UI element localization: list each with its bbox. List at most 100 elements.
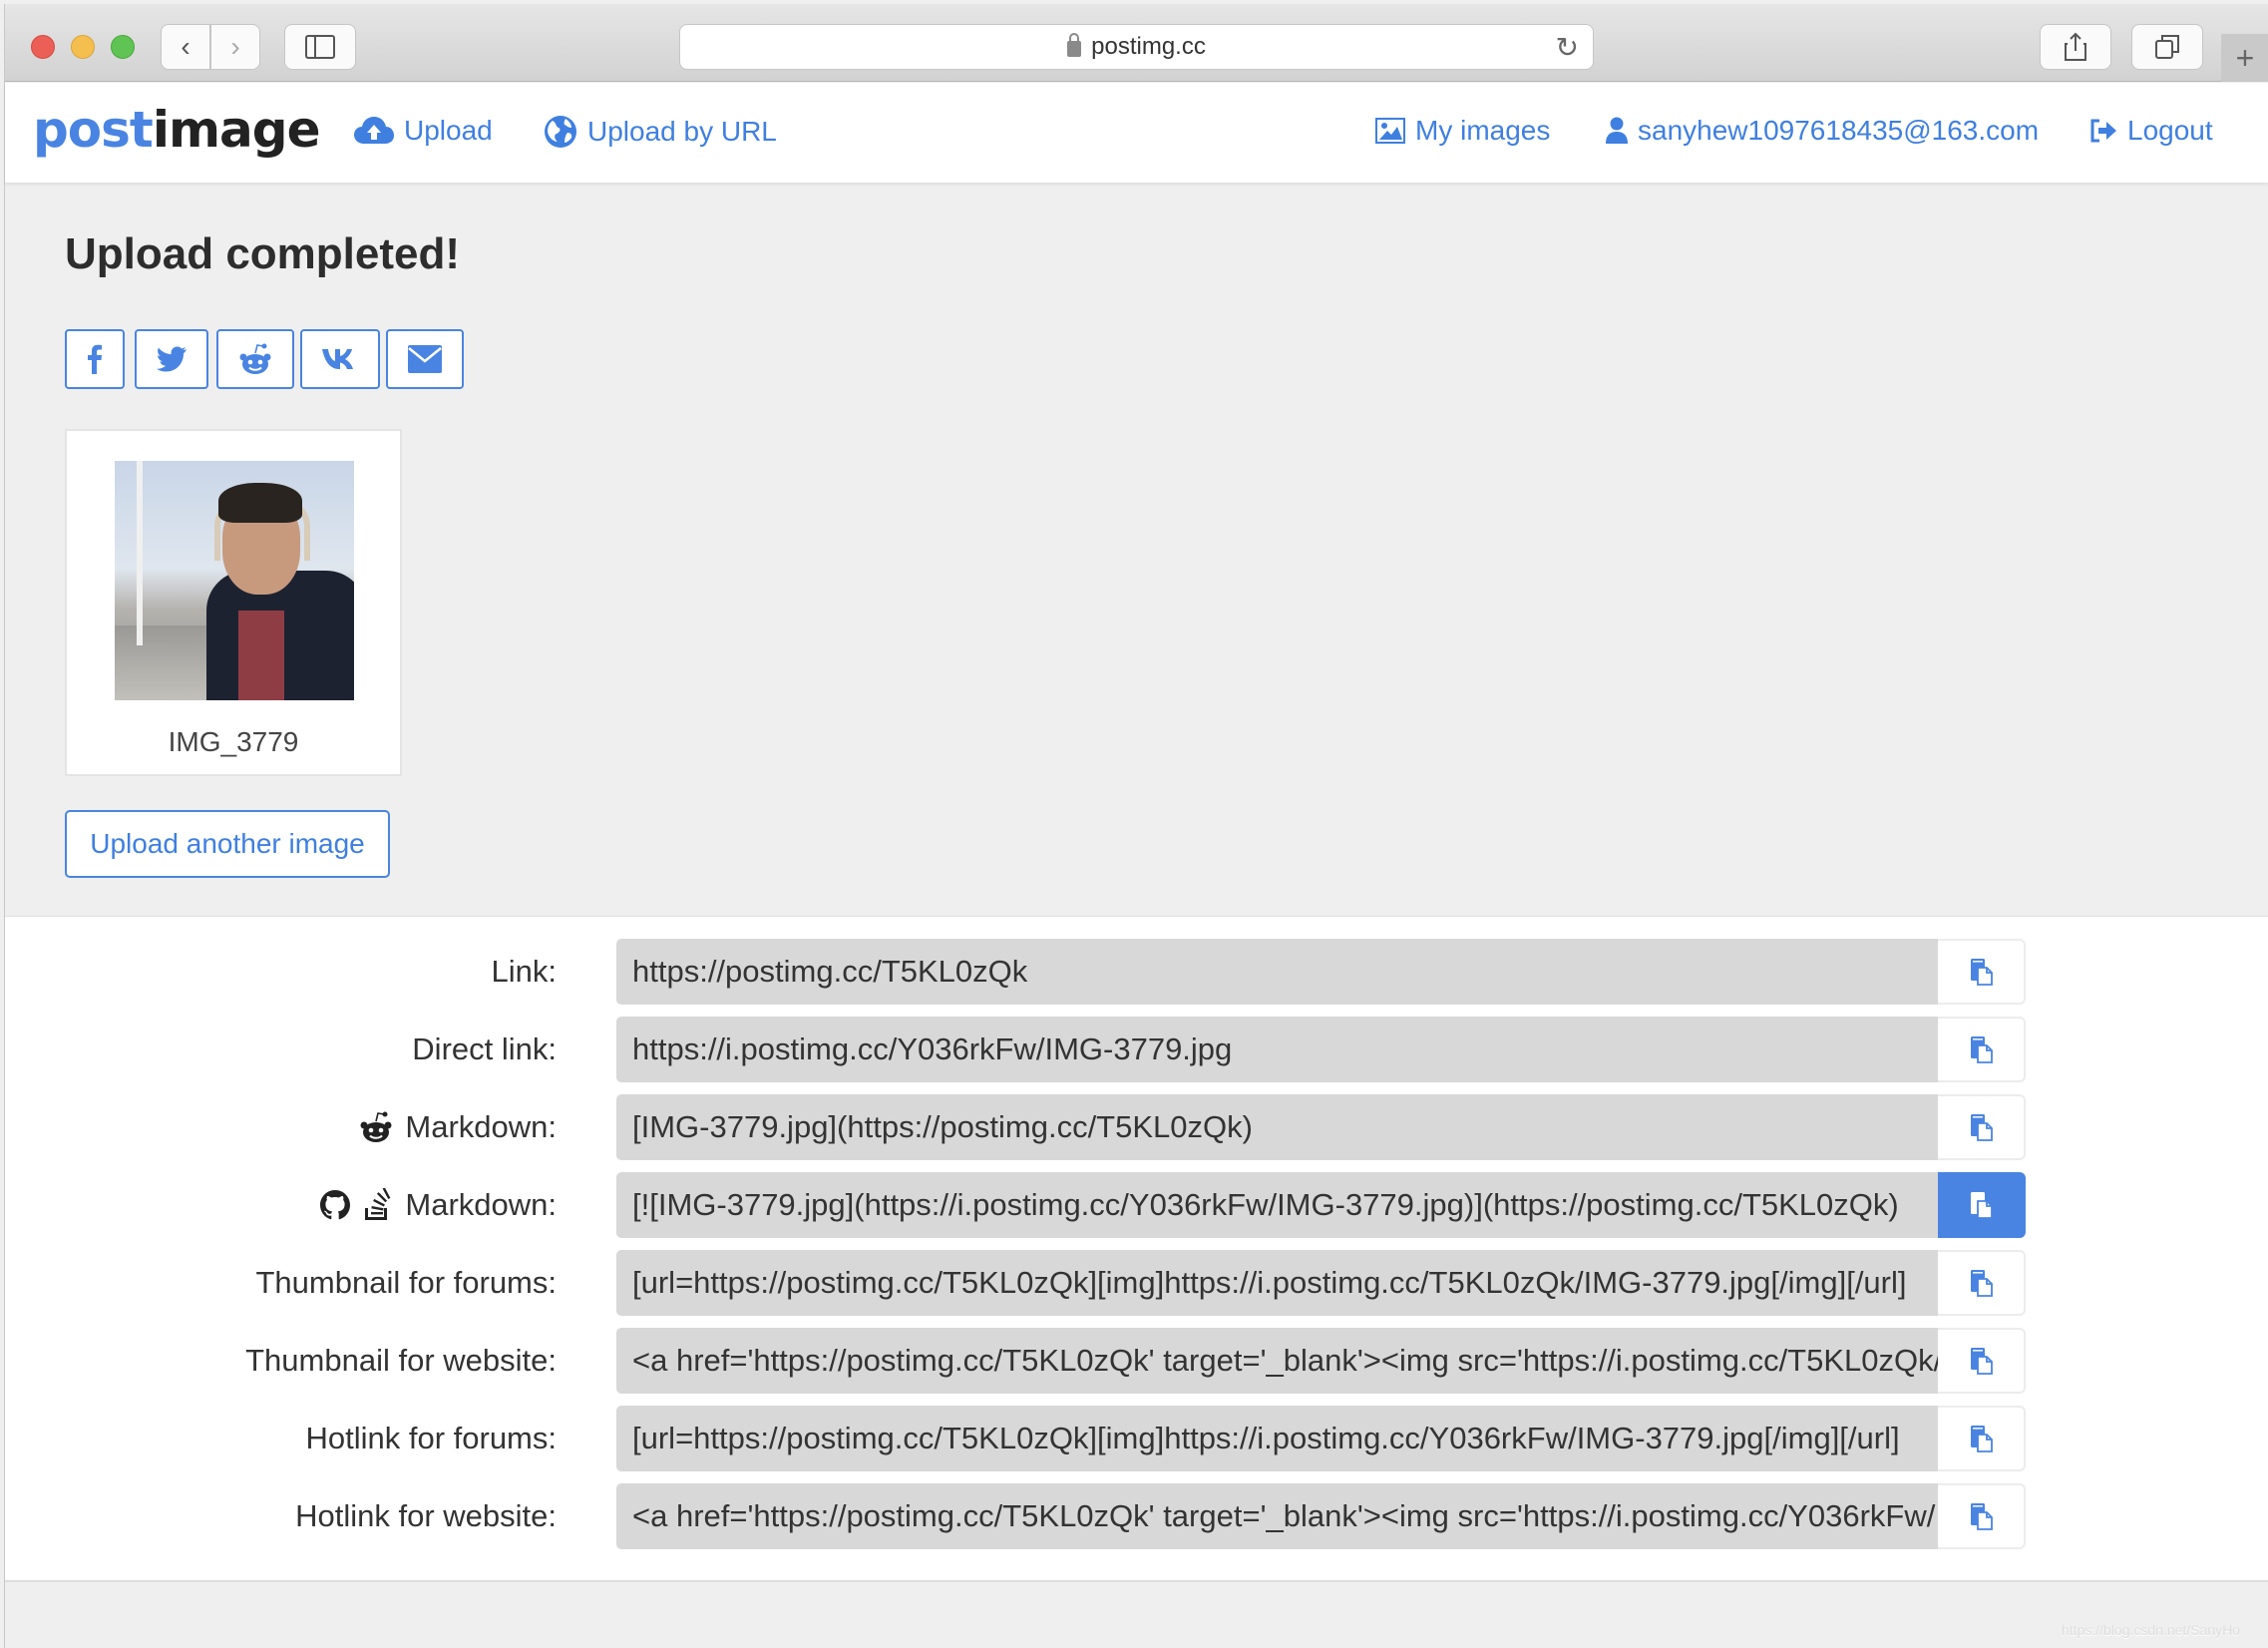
link-row-label-text: Hotlink for website: — [295, 1498, 557, 1533]
copy-button[interactable] — [1938, 1017, 2026, 1082]
link-row: Markdown: [![IMG-3779.jpg](https://i.post… — [5, 1172, 2268, 1238]
logo-post: post — [33, 101, 154, 159]
nav-upload-by-url-label: Upload by URL — [587, 116, 777, 147]
facebook-icon — [88, 344, 102, 374]
logout-icon — [2090, 119, 2116, 143]
new-tab-button[interactable]: + — [2221, 34, 2268, 82]
link-row: Thumbnail for website: <a href='https://p… — [5, 1328, 2268, 1394]
link-value-field[interactable]: [url=https://postimg.cc/T5KL0zQk][img]ht… — [616, 1406, 1938, 1471]
copy-icon — [1966, 957, 1996, 987]
reddit-icon — [359, 1111, 393, 1143]
nav-upload-link[interactable]: Upload — [354, 115, 493, 147]
link-row: Link: https://postimg.cc/T5KL0zQk — [5, 939, 2268, 1005]
tabs-icon — [2155, 35, 2179, 59]
uploaded-image-thumbnail[interactable] — [115, 461, 354, 700]
link-row-label: Direct link: — [412, 1017, 557, 1082]
link-row-label-text: Link: — [491, 954, 557, 989]
copy-icon — [1966, 1501, 1996, 1531]
browser-window: ‹ › postimg.cc ↻ + postimage Upload Uplo… — [4, 4, 2268, 1648]
link-row: Hotlink for forums: [url=https://postimg.… — [5, 1406, 2268, 1471]
copy-button[interactable] — [1938, 1250, 2026, 1316]
nav-upload-label: Upload — [404, 115, 493, 146]
twitter-icon — [157, 346, 187, 372]
share-twitter-button[interactable] — [135, 329, 208, 389]
nav-user-link[interactable]: sanyhew1097618435@163.com — [1606, 115, 2039, 147]
copy-button[interactable] — [1938, 939, 2026, 1005]
link-row-label-text: Direct link: — [412, 1031, 557, 1066]
share-links-section: Link: https://postimg.cc/T5KL0zQk Direct l… — [5, 916, 2268, 1582]
link-row: Thumbnail for forums: [url=https://postim… — [5, 1250, 2268, 1316]
copy-icon — [1966, 1190, 1996, 1220]
logo-image: image — [152, 101, 321, 159]
globe-icon — [545, 116, 576, 148]
link-row-label-text: Markdown: — [405, 1109, 557, 1144]
link-value-field[interactable]: [![IMG-3779.jpg](https://i.postimg.cc/Y0… — [616, 1172, 1938, 1238]
copy-button[interactable] — [1938, 1483, 2026, 1549]
copy-icon — [1966, 1268, 1996, 1298]
close-window-button[interactable] — [31, 35, 55, 59]
share-facebook-button[interactable] — [65, 329, 125, 389]
share-email-button[interactable] — [386, 329, 464, 389]
sidebar-toggle-button[interactable] — [284, 24, 356, 70]
nav-user-email: sanyhew1097618435@163.com — [1638, 115, 2040, 146]
site-navbar: postimage Upload Upload by URL My images… — [5, 83, 2268, 183]
link-value-field[interactable]: <a href='https://postimg.cc/T5KL0zQk' ta… — [616, 1483, 1938, 1549]
forward-icon: › — [230, 31, 240, 62]
upload-another-image-button[interactable]: Upload another image — [65, 810, 390, 878]
zoom-window-button[interactable] — [111, 35, 135, 59]
copy-icon — [1966, 1424, 1996, 1453]
link-row-label-text: Hotlink for forums: — [305, 1421, 557, 1455]
browser-toolbar: ‹ › postimg.cc ↻ + — [5, 4, 2268, 82]
link-value-field[interactable]: https://postimg.cc/T5KL0zQk — [616, 939, 1938, 1005]
address-text: postimg.cc — [1091, 33, 1206, 60]
link-row-label-text: Thumbnail for website: — [245, 1343, 557, 1378]
share-vk-button[interactable] — [300, 329, 380, 389]
link-row: Hotlink for website: <a href='https://pos… — [5, 1483, 2268, 1549]
copy-button[interactable] — [1938, 1094, 2026, 1160]
forward-button[interactable]: › — [210, 24, 260, 70]
image-name: IMG_3779 — [168, 726, 299, 757]
stackoverflow-icon — [363, 1188, 393, 1222]
copy-button[interactable] — [1938, 1172, 2026, 1238]
link-row-label-text: Thumbnail for forums: — [255, 1265, 558, 1300]
link-row: Direct link: https://i.postimg.cc/Y036rkF… — [5, 1017, 2268, 1082]
cloud-upload-icon — [354, 117, 394, 144]
link-row-label: Thumbnail for forums: — [256, 1250, 558, 1316]
lock-icon — [1067, 33, 1082, 57]
nav-my-images-link[interactable]: My images — [1375, 115, 1550, 147]
back-icon: ‹ — [181, 31, 190, 62]
nav-logout-link[interactable]: Logout — [2089, 115, 2213, 147]
reddit-icon — [239, 343, 271, 374]
postimage-logo[interactable]: postimage — [33, 101, 320, 159]
share-icon — [2065, 32, 2086, 61]
email-icon — [408, 345, 442, 373]
share-button[interactable] — [2040, 24, 2111, 70]
link-row-label: Markdown: — [319, 1172, 557, 1238]
nav-upload-by-url-link[interactable]: Upload by URL — [544, 115, 777, 149]
new-tab-icon: + — [2235, 39, 2255, 76]
link-row-label: Markdown: — [359, 1094, 557, 1160]
link-row-label: Hotlink for website: — [295, 1483, 557, 1549]
minimize-window-button[interactable] — [71, 35, 95, 59]
share-reddit-button[interactable] — [216, 329, 294, 389]
link-value-field[interactable]: [IMG-3779.jpg](https://postimg.cc/T5KL0z… — [616, 1094, 1938, 1160]
link-value-field[interactable]: https://i.postimg.cc/Y036rkFw/IMG-3779.j… — [616, 1017, 1938, 1082]
link-row-label: Thumbnail for website: — [245, 1328, 557, 1394]
link-value-field[interactable]: <a href='https://postimg.cc/T5KL0zQk' ta… — [616, 1328, 1938, 1394]
uploaded-image-card[interactable]: IMG_3779 — [65, 429, 402, 776]
address-bar[interactable]: postimg.cc ↻ — [679, 24, 1594, 70]
sidebar-icon — [305, 35, 335, 59]
vk-icon — [322, 349, 353, 369]
watermark: https://blog.csdn.net/SanyHo — [2062, 1622, 2240, 1638]
reload-icon[interactable]: ↻ — [1556, 31, 1579, 64]
image-icon — [1375, 118, 1405, 144]
copy-icon — [1966, 1112, 1996, 1142]
link-value-field[interactable]: [url=https://postimg.cc/T5KL0zQk][img]ht… — [616, 1250, 1938, 1316]
back-button[interactable]: ‹ — [161, 24, 210, 70]
copy-button[interactable] — [1938, 1406, 2026, 1471]
copy-button[interactable] — [1938, 1328, 2026, 1394]
user-icon — [1606, 117, 1628, 144]
nav-logout-label: Logout — [2127, 115, 2213, 146]
link-row-label-text: Markdown: — [405, 1187, 557, 1222]
show-tabs-button[interactable] — [2131, 24, 2203, 70]
